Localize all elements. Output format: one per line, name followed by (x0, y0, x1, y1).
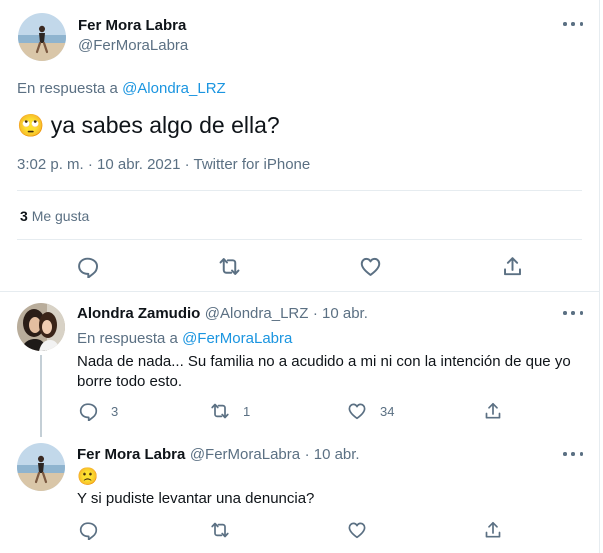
more-icon[interactable] (563, 18, 583, 30)
share-button[interactable] (483, 401, 503, 421)
reply-header: Alondra Zamudio @Alondra_LRZ · 10 abr. (77, 305, 368, 323)
retweet-icon (211, 522, 229, 538)
tweet-body: Y si pudiste levantar una denuncia? (77, 490, 315, 507)
retweet-button[interactable]: 1 (210, 401, 250, 421)
reply-button[interactable] (78, 520, 111, 540)
reply-header: Fer Mora Labra @FerMoraLabra · 10 abr. (77, 446, 360, 464)
tweet-body-line: borre todo esto. (77, 373, 183, 390)
retweet-icon (219, 258, 240, 275)
frown-emoji: 🙁 (77, 467, 99, 486)
author-handle[interactable]: @FerMoraLabra (190, 446, 300, 463)
divider (17, 239, 582, 240)
reply-icon (78, 257, 99, 278)
author-name[interactable]: Alondra Zamudio (77, 305, 200, 322)
retweet-button[interactable] (210, 520, 243, 540)
reply-to-link[interactable]: @FerMoraLabra (182, 330, 292, 347)
author-name[interactable]: Fer Mora Labra (78, 17, 186, 34)
author-name[interactable]: Fer Mora Labra (77, 446, 185, 463)
avatar[interactable] (17, 443, 65, 491)
author-handle[interactable]: @FerMoraLabra (78, 37, 188, 54)
heart-icon (348, 403, 366, 420)
reply-to-link[interactable]: @Alondra_LRZ (122, 80, 226, 97)
retweet-count: 1 (243, 403, 251, 419)
thread-connector (40, 355, 42, 437)
avatar-photo (17, 303, 65, 351)
likes-label: Me gusta (31, 208, 90, 224)
divider (0, 291, 599, 292)
reply-context-label: En respuesta a (17, 80, 118, 97)
reply-context: En respuesta a @FerMoraLabra (77, 330, 292, 347)
more-icon[interactable] (563, 307, 583, 319)
like-button[interactable]: 34 (347, 401, 394, 421)
avatar[interactable] (17, 303, 65, 351)
more-icon[interactable] (563, 448, 583, 460)
reply-icon (79, 522, 98, 540)
retweet-button[interactable] (218, 255, 241, 278)
reply-button[interactable]: 3 (78, 401, 118, 421)
eye-roll-emoji: 🙄 (17, 113, 45, 138)
avatar-beach-photo (18, 13, 66, 61)
tweet-timestamp[interactable]: 3:02 p. m. · 10 abr. 2021 · Twitter for … (17, 156, 310, 173)
share-icon (485, 521, 501, 538)
avatar-beach-photo (17, 443, 65, 491)
reply-count: 3 (111, 403, 119, 419)
tweet-body: Nada de nada... Su familia no a acudido … (77, 352, 571, 392)
likes-stat[interactable]: 3 Me gusta (20, 208, 89, 224)
reply-button[interactable] (76, 255, 99, 278)
tweet-text: 🙄 ya sabes algo de ella? (17, 110, 280, 141)
reply-icon (79, 403, 98, 421)
tweet-body-line: Nada de nada... Su familia no a acudido … (77, 353, 571, 370)
share-icon (504, 257, 521, 276)
divider (17, 190, 582, 191)
tweet-body: ya sabes algo de ella? (50, 112, 280, 138)
share-button[interactable] (501, 255, 524, 278)
heart-icon (360, 257, 381, 276)
like-count: 34 (380, 403, 395, 419)
like-button[interactable] (347, 520, 380, 540)
tweet-date[interactable]: · 10 abr. (313, 305, 368, 322)
reply-context: En respuesta a @Alondra_LRZ (17, 80, 226, 97)
likes-count: 3 (20, 208, 28, 224)
share-icon (485, 402, 501, 419)
like-button[interactable] (359, 255, 382, 278)
heart-icon (348, 522, 366, 539)
share-button[interactable] (483, 520, 503, 540)
retweet-icon (211, 403, 229, 419)
author-handle[interactable]: @Alondra_LRZ (205, 305, 309, 322)
tweet-thread: Fer Mora Labra @FerMoraLabra En respuest… (0, 0, 600, 553)
reply-context-label: En respuesta a (77, 330, 178, 347)
tweet-date[interactable]: · 10 abr. (305, 446, 360, 463)
avatar[interactable] (18, 13, 66, 61)
